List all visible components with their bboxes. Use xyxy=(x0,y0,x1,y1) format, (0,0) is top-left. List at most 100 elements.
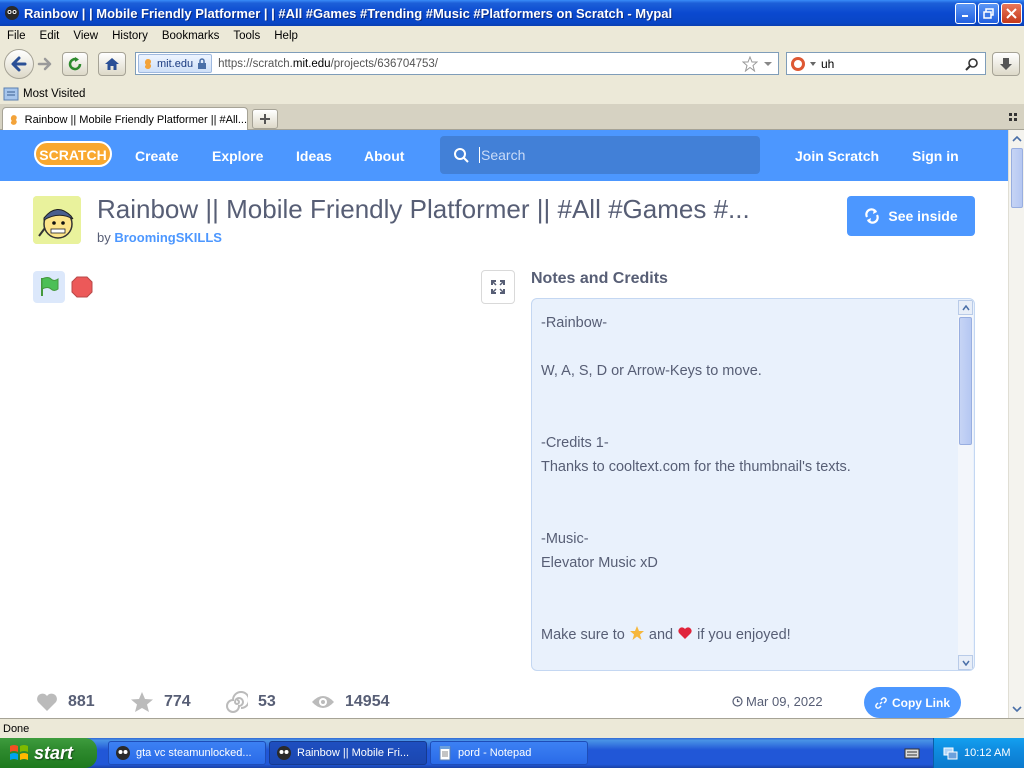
lock-icon xyxy=(198,58,207,69)
love-stat[interactable]: 881 xyxy=(36,690,95,714)
menu-help[interactable]: Help xyxy=(267,30,305,42)
scratch-search-input[interactable]: Search xyxy=(479,147,525,163)
url-text[interactable]: https://scratch.mit.edu/projects/6367047… xyxy=(218,58,742,70)
home-button[interactable] xyxy=(98,52,126,76)
tab-strip: Rainbow || Mobile Friendly Platformer ||… xyxy=(0,104,1024,131)
notes-textarea[interactable]: -Rainbow- W, A, S, D or Arrow-Keys to mo… xyxy=(531,298,975,671)
start-button[interactable]: start xyxy=(0,738,97,768)
close-button[interactable] xyxy=(1001,2,1022,24)
taskbar-item-rainbow[interactable]: Rainbow || Mobile Fri... xyxy=(269,741,427,765)
nav-about[interactable]: About xyxy=(364,130,404,181)
search-icon[interactable] xyxy=(965,57,979,71)
forward-button[interactable] xyxy=(35,54,55,74)
remix-count: 53 xyxy=(258,693,276,710)
page-scrollbar[interactable] xyxy=(1008,130,1024,718)
search-input[interactable]: uh xyxy=(821,57,965,71)
notes-scroll-up[interactable] xyxy=(958,300,973,315)
web-content: SCRATCH Create Explore Ideas About Searc… xyxy=(0,130,1008,718)
reload-icon xyxy=(68,57,82,71)
scroll-up-icon[interactable] xyxy=(1010,132,1024,146)
downloads-button[interactable] xyxy=(992,52,1020,76)
scratch-logo[interactable]: SCRATCH xyxy=(34,139,112,169)
tab-list-icon[interactable] xyxy=(1009,113,1019,123)
system-tray: 10:12 AM xyxy=(933,738,1024,768)
identity-domain: mit.edu xyxy=(157,57,194,70)
menu-bookmarks[interactable]: Bookmarks xyxy=(155,30,227,42)
copy-link-label: Copy Link xyxy=(891,695,950,710)
chevron-up-icon xyxy=(961,304,970,310)
bookmark-star-icon[interactable] xyxy=(742,55,758,72)
url-dropdown-icon[interactable] xyxy=(762,58,774,70)
view-stat: 14954 xyxy=(311,690,390,714)
duckduckgo-icon[interactable] xyxy=(790,56,806,72)
avatar-image xyxy=(33,196,81,244)
back-button[interactable] xyxy=(4,49,34,79)
search-bar[interactable]: uh xyxy=(786,52,986,75)
notes-scroll-down[interactable] xyxy=(958,655,973,670)
new-tab-button[interactable] xyxy=(252,109,278,129)
reload-button[interactable] xyxy=(62,52,88,76)
author-avatar[interactable] xyxy=(33,196,81,244)
engine-dropdown-icon[interactable] xyxy=(809,60,817,68)
scratch-search-box[interactable]: Search xyxy=(440,136,760,174)
windows-logo-icon xyxy=(10,745,28,760)
menu-file[interactable]: File xyxy=(0,30,33,42)
project-byline: by BroomingSKILLS xyxy=(97,230,222,245)
nav-ideas[interactable]: Ideas xyxy=(296,130,332,181)
join-scratch-link[interactable]: Join Scratch xyxy=(795,130,879,181)
menu-history[interactable]: History xyxy=(105,30,155,42)
notes-scrollbar[interactable] xyxy=(958,300,973,670)
home-icon xyxy=(105,58,119,70)
forward-arrow-icon xyxy=(37,57,52,71)
navigation-toolbar: mit.edu https://scratch.mit.edu/projects… xyxy=(0,46,1024,82)
star-emoji-icon xyxy=(629,626,644,640)
menu-bar: File Edit View History Bookmarks Tools H… xyxy=(0,26,1024,46)
network-icon[interactable] xyxy=(942,745,958,761)
mypal-icon xyxy=(277,746,291,760)
remix-icon xyxy=(226,691,248,713)
link-icon xyxy=(875,696,887,709)
green-flag-button[interactable] xyxy=(33,271,65,303)
back-arrow-icon xyxy=(11,56,27,72)
minimize-icon xyxy=(961,15,968,17)
site-identity-button[interactable]: mit.edu xyxy=(138,54,213,73)
remix-stat[interactable]: 53 xyxy=(226,690,276,714)
search-icon xyxy=(454,148,469,163)
notes-scroll-thumb[interactable] xyxy=(959,317,972,445)
tab-rainbow[interactable]: Rainbow || Mobile Friendly Platformer ||… xyxy=(2,107,248,131)
fullscreen-icon xyxy=(491,280,505,294)
most-visited-link[interactable]: Most Visited xyxy=(23,88,85,100)
tab-label: Rainbow || Mobile Friendly Platformer ||… xyxy=(24,113,247,126)
keyboard-icon[interactable] xyxy=(904,746,920,760)
page-scroll-thumb[interactable] xyxy=(1011,148,1023,208)
restore-button[interactable] xyxy=(978,2,999,24)
author-link[interactable]: BroomingSKILLS xyxy=(114,230,222,245)
sign-in-link[interactable]: Sign in xyxy=(912,130,959,181)
see-inside-icon xyxy=(865,208,880,224)
menu-tools[interactable]: Tools xyxy=(226,30,267,42)
plus-icon xyxy=(260,114,270,124)
nav-explore[interactable]: Explore xyxy=(212,130,263,181)
notes-final-line: Make sure to and if you enjoyed! xyxy=(541,626,791,643)
favorite-stat[interactable]: 774 xyxy=(130,690,191,714)
taskbar-item-gta[interactable]: gta vc steamunlocked... xyxy=(108,741,266,765)
green-flag-icon xyxy=(41,277,59,296)
fullscreen-button[interactable] xyxy=(481,270,515,304)
notepad-icon xyxy=(439,746,451,761)
star-icon xyxy=(131,692,153,712)
scroll-down-icon[interactable] xyxy=(1010,702,1024,716)
taskbar-item-notepad[interactable]: pord - Notepad xyxy=(430,741,588,765)
nav-create[interactable]: Create xyxy=(135,130,179,181)
see-inside-button[interactable]: See inside xyxy=(847,196,975,236)
svg-text:SCRATCH: SCRATCH xyxy=(39,147,106,163)
copy-link-button[interactable]: Copy Link xyxy=(864,687,961,718)
address-bar[interactable]: mit.edu https://scratch.mit.edu/projects… xyxy=(135,52,779,75)
clock[interactable]: 10:12 AM xyxy=(964,747,1010,759)
stop-sign-icon[interactable] xyxy=(70,275,94,299)
status-bar: Done xyxy=(0,718,1024,738)
bookmark-folder-icon xyxy=(3,87,19,101)
menu-view[interactable]: View xyxy=(66,30,105,42)
menu-edit[interactable]: Edit xyxy=(33,30,67,42)
window-titlebar[interactable]: Rainbow | | Mobile Friendly Platformer |… xyxy=(0,0,1024,26)
minimize-button[interactable] xyxy=(955,2,976,24)
